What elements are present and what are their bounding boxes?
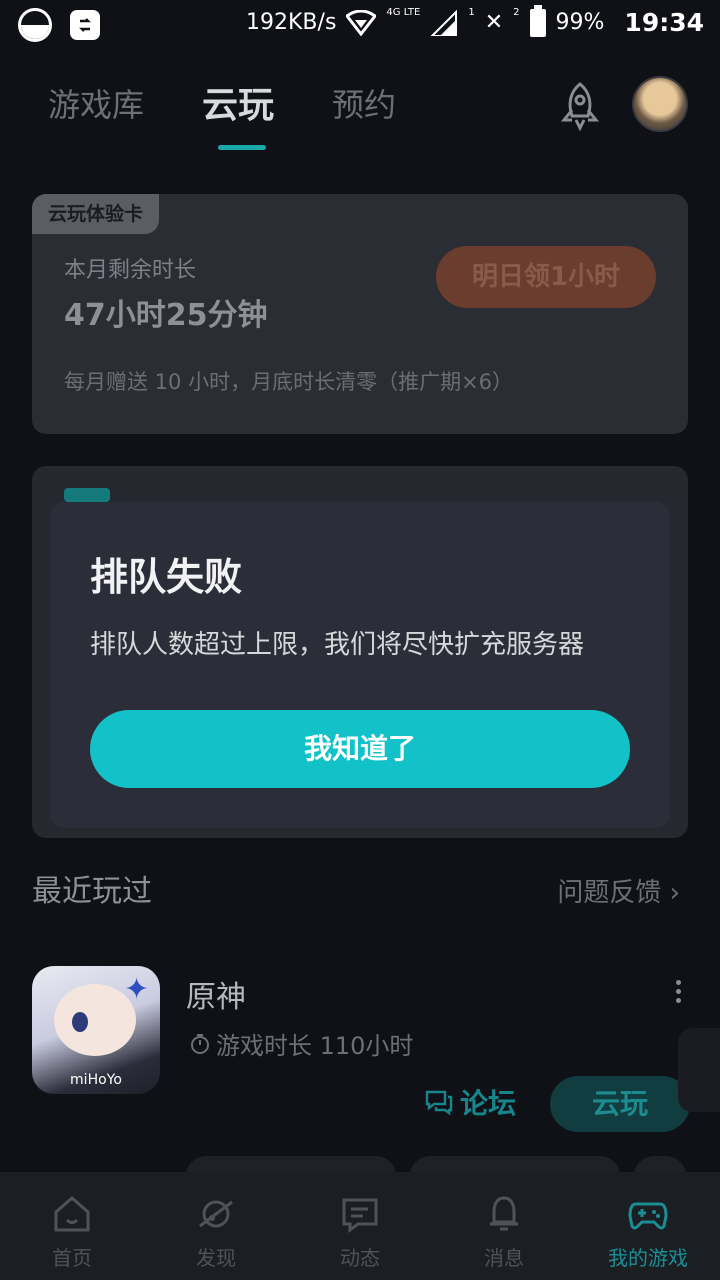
play-time-text: 游戏时长 110小时 [216,1032,414,1060]
dialog-message: 排队人数超过上限，我们将尽快扩充服务器 [90,630,585,660]
nav-feed[interactable]: 动态 [288,1172,432,1280]
chat-icon [425,1090,453,1116]
nav-discover-label: 发现 [196,1246,236,1270]
home-icon [54,1196,90,1232]
game-play-time: 游戏时长 110小时 [188,1026,413,1061]
nav-my-games-label: 我的游戏 [608,1246,688,1270]
bell-icon [490,1196,518,1231]
cloud-play-button[interactable]: 云玩 [550,1076,690,1132]
clock: 19:34 [624,8,704,37]
nav-messages[interactable]: 消息 [432,1172,576,1280]
user-avatar[interactable] [632,76,688,132]
experience-card-badge: 云玩体验卡 [32,194,160,234]
dialog-confirm-button[interactable]: 我知道了 [90,710,630,788]
floating-side-button[interactable] [678,1028,720,1112]
nav-messages-label: 消息 [484,1246,524,1270]
forum-button[interactable]: 论坛 [424,1082,516,1122]
nav-feed-label: 动态 [340,1246,380,1270]
remaining-time-value: 47小时25分钟 [64,298,268,333]
cloud-experience-card: 云玩体验卡 本月剩余时长 47小时25分钟 明日领1小时 每月赠送 10 小时，… [32,194,688,434]
more-options-icon[interactable] [676,980,684,1006]
status-bar: 192KB/s 4G LTE 1 ✕ 2 99% 19:34 [0,0,720,50]
game-name: 原神 [186,980,246,1015]
timer-icon [191,1033,209,1054]
nav-home-label: 首页 [52,1246,92,1270]
character-eye [72,1012,88,1032]
moon-phase-icon [18,8,52,42]
star-icon: ✦ [124,972,150,1007]
remaining-time-label: 本月剩余时长 [64,258,197,283]
wifi-icon [346,9,377,36]
sim-two-label: 2 [513,7,520,18]
top-tabs: 游戏库 云玩 预约 [48,80,454,150]
chevron-right-icon: › [669,878,680,908]
no-signal-icon: ✕ [484,10,504,35]
nav-home[interactable]: 首页 [0,1172,144,1280]
tab-cloud-play[interactable]: 云玩 [202,76,274,150]
forum-label: 论坛 [460,1087,517,1120]
queue-failed-dialog: 排队失败 排队人数超过上限，我们将尽快扩充服务器 我知道了 [50,502,670,828]
network-type: 4G LTE [386,7,421,18]
bottom-navigation: 首页 发现 动态 消息 我的游戏 [0,1172,720,1280]
game-icon-brand: miHoYo [70,1072,122,1088]
claim-tomorrow-button[interactable]: 明日领1小时 [436,246,656,308]
nav-discover[interactable]: 发现 [144,1172,288,1280]
feedback-label: 问题反馈 [557,878,662,908]
nav-my-games[interactable]: 我的游戏 [576,1172,720,1280]
signal-icon [430,9,458,36]
game-icon-genshin[interactable]: ✦ miHoYo [32,966,160,1094]
sim-one-label: 1 [468,7,475,18]
tab-reservation[interactable]: 预约 [332,80,396,132]
battery-level: 99% [555,10,605,35]
network-speed: 192KB/s [246,10,337,35]
planet-icon [199,1200,233,1228]
monthly-grant-note: 每月赠送 10 小时，月底时长清零（推广期×6） [64,370,514,394]
rocket-icon[interactable] [554,80,606,132]
recent-played-title: 最近玩过 [32,874,152,909]
explore-card-icon [64,488,110,502]
sync-icon [70,10,100,40]
message-icon [342,1198,378,1233]
tab-game-library[interactable]: 游戏库 [48,80,144,132]
feedback-link[interactable]: 问题反馈 › [557,872,680,909]
gamepad-icon [628,1202,668,1230]
dialog-title: 排队失败 [90,555,243,599]
battery-icon [529,4,546,37]
